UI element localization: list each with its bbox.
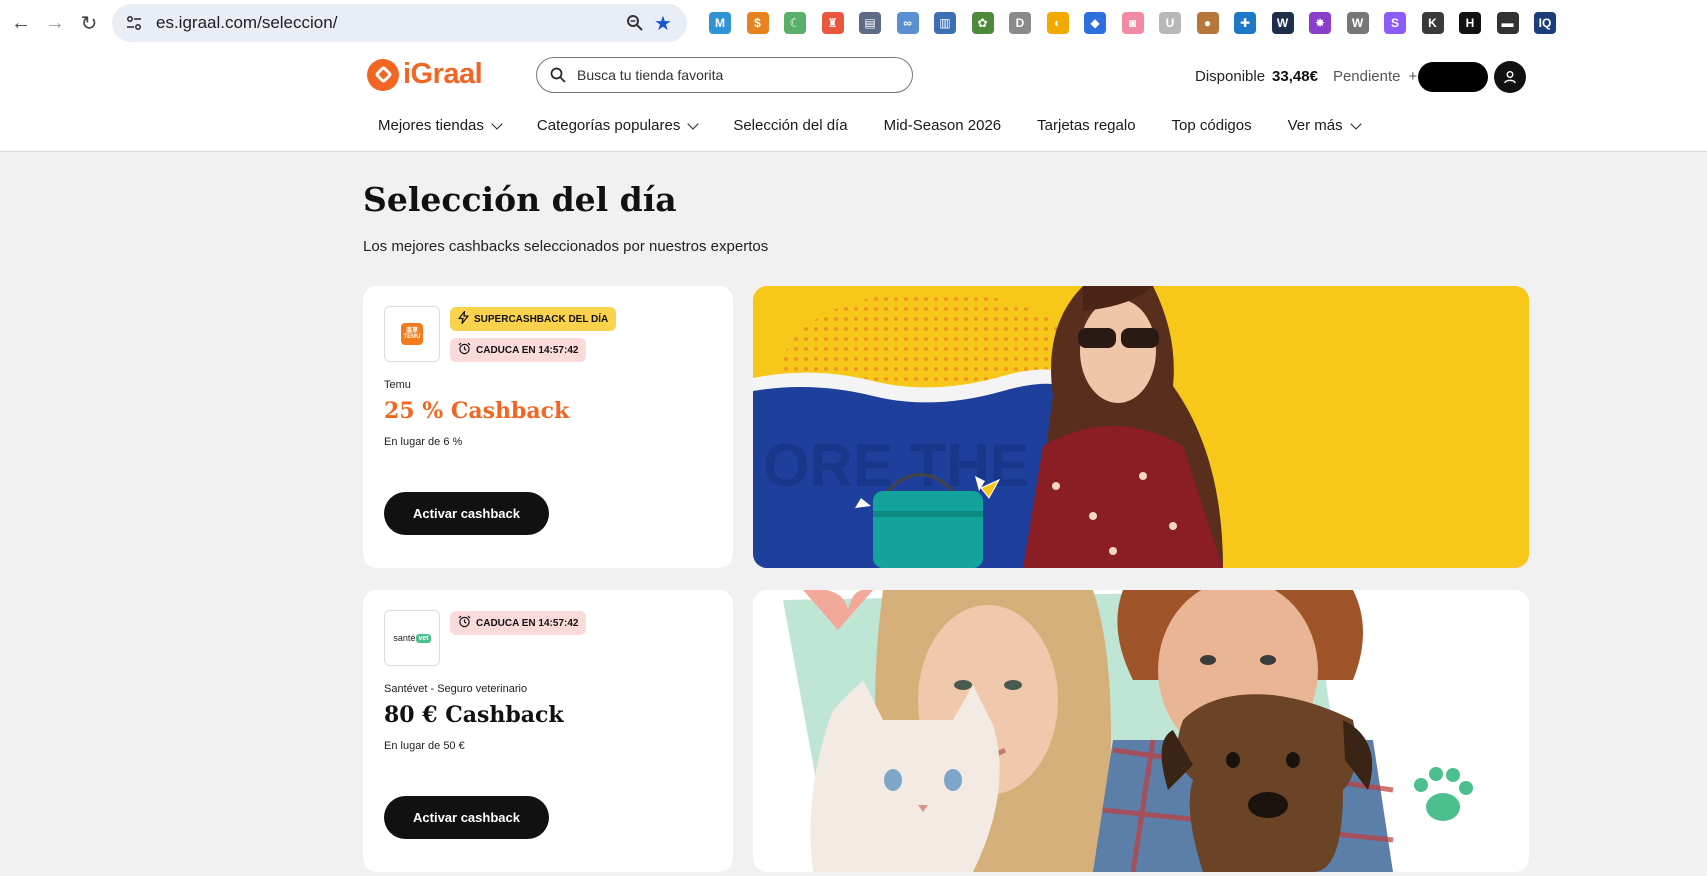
camera-extension-icon[interactable]: ◙ [1121, 12, 1144, 34]
pets-couple-illustration [753, 590, 1529, 872]
santevet-logo[interactable]: santé vet [384, 610, 440, 666]
menu-item-1[interactable]: Categorías populares [536, 117, 699, 134]
web-extension-icon[interactable]: W [1271, 12, 1294, 34]
activate-cashback-button[interactable]: Activar cashback [384, 492, 549, 535]
expire-badge-label: CADUCA EN 14:57:42 [476, 617, 579, 629]
search-icon [549, 66, 567, 84]
menu-item-5[interactable]: Top códigos [1172, 117, 1252, 134]
cashback-rate: 25 % Cashback [384, 398, 570, 424]
cookie-extension-icon[interactable]: ● [1196, 12, 1219, 34]
menu-item-4[interactable]: Tarjetas regalo [1037, 117, 1135, 134]
store-name: Santévet - Seguro veterinario [384, 683, 528, 695]
moon-extension-icon[interactable]: ☾ [784, 12, 806, 34]
previous-amount: En lugar de 50 € [384, 740, 465, 752]
cashback-amount: 80 € Cashback [384, 702, 564, 728]
store-search-input[interactable]: Busca tu tienda favorita [536, 57, 913, 93]
page-subtitle: Los mejores cashbacks seleccionados por … [363, 238, 769, 255]
logo-text: iGraal [403, 58, 483, 90]
browser-toolbar: ← → ↻ es.igraal.com/seleccion/ ★ M $ ☾ ♜ ▤ ∞ ▥… [0, 0, 1707, 46]
extensions-bar: M $ ☾ ♜ ▤ ∞ ▥ ✿ D ◐ ◆ ◙ U ● ✚ W ✸ W S K H ▬ IQ [709, 12, 1556, 34]
menu-item-label: Ver más [1287, 117, 1343, 134]
address-bar[interactable]: es.igraal.com/seleccion/ ★ [112, 4, 687, 42]
chevron-down-icon [491, 117, 503, 130]
temu-logo[interactable]: 温享 TEMU [384, 306, 440, 362]
chart-extension-icon[interactable]: ▥ [934, 12, 956, 34]
w-extension-icon[interactable]: W [1346, 12, 1369, 34]
igraal-logo-icon [367, 58, 399, 91]
menu-item-label: Mid-Season 2026 [883, 117, 1002, 134]
menu-item-label: Categorías populares [536, 117, 681, 134]
site-header: iGraal Busca tu tienda favorita Disponib… [0, 46, 1707, 152]
menu-item-label: Selección del día [733, 117, 848, 134]
k-extension-icon[interactable]: K [1421, 12, 1444, 34]
store-name: Temu [384, 379, 411, 391]
balance-summary[interactable]: Disponible 33,48€ Pendiente + [1195, 68, 1417, 85]
fashion-model-illustration: ORE THE L [753, 286, 1529, 568]
url-text[interactable]: es.igraal.com/seleccion/ [156, 13, 621, 33]
reload-icon[interactable]: ↻ [72, 6, 106, 40]
redacted-area [1418, 62, 1488, 92]
menu-item-2[interactable]: Selección del día [733, 117, 847, 134]
forward-arrow-icon[interactable]: → [38, 6, 72, 40]
offer-card-temu[interactable]: 温享 TEMU SUPERCASHBACK DEL DÍA CADUCA EN … [363, 286, 733, 568]
puzzle-extension-icon[interactable]: ✿ [971, 12, 994, 34]
page-title: Selección del día [363, 180, 677, 219]
supercashback-badge: SUPERCASHBACK DEL DÍA [450, 307, 617, 331]
pending-label: Pendiente [1332, 68, 1401, 85]
star-extension-icon[interactable]: ✸ [1309, 12, 1331, 34]
s-extension-icon[interactable]: S [1384, 12, 1406, 34]
temu-promo-banner[interactable]: ORE THE L [753, 286, 1529, 568]
pending-amount: + [1408, 68, 1418, 85]
tag-extension-icon[interactable]: ◆ [1084, 12, 1106, 34]
h-extension-icon[interactable]: H [1459, 12, 1481, 34]
activate-cashback-button[interactable]: Activar cashback [384, 796, 549, 839]
offer-card-santevet[interactable]: santé vet CADUCA EN 14:57:42 Santévet - S… [363, 590, 733, 872]
expire-badge: CADUCA EN 14:57:42 [450, 338, 587, 362]
zoom-icon[interactable] [621, 9, 649, 37]
lightning-icon [458, 310, 469, 327]
iq-extension-icon[interactable]: IQ [1534, 12, 1556, 34]
menu-item-label: Top códigos [1171, 117, 1252, 134]
menu-item-3[interactable]: Mid-Season 2026 [884, 117, 1002, 134]
u-extension-icon[interactable]: U [1159, 12, 1181, 34]
svg-text:ORE THE L: ORE THE L [763, 432, 1083, 499]
expire-badge-label: CADUCA EN 14:57:42 [476, 344, 579, 356]
link-extension-icon[interactable]: ∞ [896, 12, 919, 34]
chess-extension-icon[interactable]: ♜ [821, 12, 844, 34]
d-extension-icon[interactable]: D [1009, 12, 1031, 34]
expire-badge: CADUCA EN 14:57:42 [450, 611, 587, 635]
alarm-clock-icon [458, 342, 471, 358]
m-extension-icon[interactable]: M [709, 12, 731, 34]
chevron-down-icon [1349, 117, 1362, 130]
cashback-extension-icon[interactable]: $ [746, 12, 769, 34]
search-placeholder: Busca tu tienda favorita [577, 67, 724, 83]
menu-item-label: Tarjetas regalo [1037, 117, 1136, 134]
back-arrow-icon[interactable]: ← [4, 6, 38, 40]
user-account-icon[interactable] [1494, 61, 1526, 93]
previous-rate: En lugar de 6 % [384, 436, 463, 448]
available-amount: 33,48€ [1272, 68, 1318, 85]
menu-item-6[interactable]: Ver más [1287, 117, 1362, 134]
available-label: Disponible [1195, 68, 1266, 85]
menu-item-label: Mejores tiendas [378, 117, 484, 134]
supercashback-badge-label: SUPERCASHBACK DEL DÍA [474, 313, 609, 325]
monitor-extension-icon[interactable]: ▬ [1496, 12, 1519, 34]
compass-extension-icon[interactable]: ✚ [1234, 12, 1256, 34]
santevet-promo-banner[interactable] [753, 590, 1529, 872]
main-menu: Mejores tiendas Categorías populares Selec… [378, 117, 1396, 134]
bookmark-star-icon[interactable]: ★ [649, 9, 677, 37]
google-extension-icon[interactable]: ◐ [1046, 12, 1069, 34]
igraal-logo[interactable]: iGraal [367, 58, 483, 91]
alarm-clock-icon [458, 615, 471, 631]
card-extension-icon[interactable]: ▤ [859, 12, 881, 34]
site-settings-icon[interactable] [124, 13, 144, 33]
menu-item-0[interactable]: Mejores tiendas [378, 117, 503, 134]
chevron-down-icon [687, 117, 699, 130]
